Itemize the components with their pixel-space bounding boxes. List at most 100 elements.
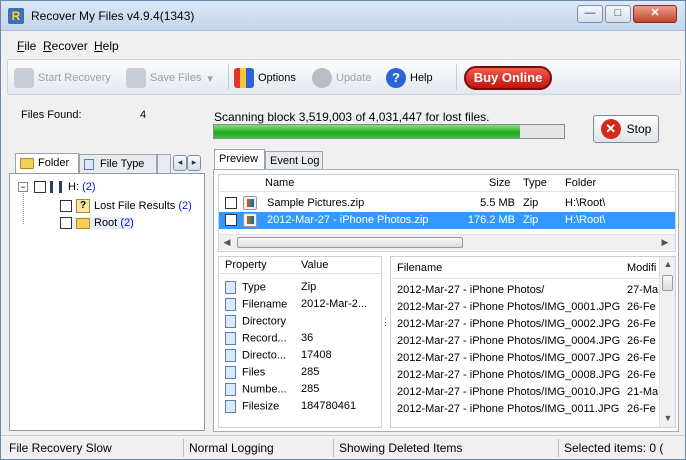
buy-online-button[interactable]: Buy Online	[464, 66, 552, 90]
column-type[interactable]: Type	[523, 177, 547, 189]
scroll-left-arrow[interactable]: ◀	[219, 237, 235, 248]
archive-modified: 27-Ma	[627, 284, 659, 296]
archive-modified: 26-Fe	[627, 369, 656, 381]
archive-vscrollbar[interactable]: ▲ ▼	[659, 257, 675, 427]
property-icon	[225, 366, 236, 379]
property-icon	[225, 281, 236, 294]
tab-event-log[interactable]: Event Log	[265, 151, 323, 171]
toolbar: Start Recovery Save Files ▾ Options Upda…	[7, 59, 681, 95]
save-dropdown-arrow[interactable]: ▾	[207, 72, 213, 85]
archive-row[interactable]: 2012-Mar-27 - iPhone Photos/IMG_0010.JPG…	[391, 384, 659, 401]
scroll-thumb[interactable]	[237, 237, 463, 248]
property-name: Type	[225, 281, 299, 294]
tree-item-root[interactable]: Root (2)	[60, 217, 134, 229]
lost-files-icon: ?	[76, 199, 90, 213]
zip-file-icon	[243, 213, 257, 227]
menu-help[interactable]: Help	[94, 39, 119, 53]
property-icon	[225, 332, 236, 345]
archive-row[interactable]: 2012-Mar-27 - iPhone Photos/IMG_0011.JPG…	[391, 401, 659, 418]
property-row[interactable]: Filesize 184780461	[219, 398, 381, 415]
title-bar[interactable]: R Recover My Files v4.9.4(1343) — □ ✕	[1, 1, 685, 31]
property-name: Files	[225, 366, 299, 379]
close-button[interactable]: ✕	[633, 5, 677, 23]
files-found-count: 4	[140, 109, 147, 121]
floppy-disk-icon	[126, 68, 146, 88]
tabs-scroll-right[interactable]: ▸	[187, 155, 201, 171]
archive-modified: 26-Fe	[627, 352, 656, 364]
archive-row[interactable]: 2012-Mar-27 - iPhone Photos/27-Ma	[391, 282, 659, 299]
file-type-icon	[84, 158, 94, 170]
menu-file[interactable]: File	[17, 39, 36, 53]
scan-status-message: Scanning block 3,519,003 of 4,031,447 fo…	[214, 110, 490, 124]
property-name: Filesize	[225, 400, 299, 413]
folder-tree: − H: (2) ? Lost File Results (2) Root (2…	[9, 173, 205, 431]
column-name[interactable]: Name	[265, 177, 294, 189]
column-property[interactable]: Property	[225, 259, 267, 271]
tree-item-lost-file-results[interactable]: ? Lost File Results (2)	[60, 199, 192, 213]
property-row[interactable]: Type Zip	[219, 279, 381, 296]
property-value: 285	[301, 366, 320, 378]
archive-row[interactable]: 2012-Mar-27 - iPhone Photos/IMG_0007.JPG…	[391, 350, 659, 367]
save-files-button[interactable]: Save Files ▾	[126, 66, 213, 90]
magnifier-icon	[14, 68, 34, 88]
row-checkbox[interactable]	[225, 214, 237, 226]
property-row[interactable]: Files 285	[219, 364, 381, 381]
scroll-right-arrow[interactable]: ▶	[657, 237, 673, 248]
maximize-button[interactable]: □	[605, 5, 631, 23]
tree-checkbox[interactable]	[60, 200, 72, 212]
column-modified[interactable]: Modifi	[627, 262, 656, 274]
window-title: Recover My Files v4.9.4(1343)	[31, 9, 195, 23]
property-row[interactable]: Record... 36	[219, 330, 381, 347]
scroll-down-arrow[interactable]: ▼	[660, 413, 675, 423]
properties-list: Property Value Type Zip Filename 2012-Mar-2…	[218, 256, 382, 428]
tree-line	[23, 193, 24, 224]
globe-icon	[312, 68, 332, 88]
property-row[interactable]: Directory	[219, 313, 381, 330]
scroll-thumb[interactable]	[662, 275, 673, 291]
archive-filename: 2012-Mar-27 - iPhone Photos/IMG_0001.JPG	[397, 301, 621, 313]
property-value: 17408	[301, 349, 332, 361]
column-filename[interactable]: Filename	[397, 262, 442, 274]
column-value[interactable]: Value	[301, 259, 328, 271]
property-row[interactable]: Directo... 17408	[219, 347, 381, 364]
archive-row[interactable]: 2012-Mar-27 - iPhone Photos/IMG_0008.JPG…	[391, 367, 659, 384]
file-list-hscrollbar[interactable]: ◀ ▶	[219, 234, 675, 250]
tab-folder[interactable]: Folder	[15, 153, 79, 174]
column-size[interactable]: Size	[489, 177, 510, 189]
archive-filename: 2012-Mar-27 - iPhone Photos/IMG_0002.JPG	[397, 318, 621, 330]
splitter-handle[interactable]: ⋮	[381, 318, 390, 327]
row-checkbox[interactable]	[225, 197, 237, 209]
menu-recover[interactable]: Recover	[43, 39, 88, 53]
property-row[interactable]: Filename 2012-Mar-2...	[219, 296, 381, 313]
column-folder[interactable]: Folder	[565, 177, 596, 189]
archive-row[interactable]: 2012-Mar-27 - iPhone Photos/IMG_0002.JPG…	[391, 316, 659, 333]
tabs-scroll-left[interactable]: ◂	[173, 155, 187, 171]
file-name: 2012-Mar-27 - iPhone Photos.zip	[267, 214, 429, 226]
tab-file-type[interactable]: File Type	[79, 154, 157, 174]
file-row[interactable]: Sample Pictures.zip 5.5 MB Zip H:\Root\	[219, 195, 675, 212]
tab-overflow[interactable]	[157, 154, 171, 174]
tree-expander[interactable]: −	[18, 182, 28, 192]
start-recovery-button[interactable]: Start Recovery	[14, 66, 111, 90]
archive-row[interactable]: 2012-Mar-27 - iPhone Photos/IMG_0004.JPG…	[391, 333, 659, 350]
property-value: Zip	[301, 281, 317, 293]
archive-modified: 26-Fe	[627, 301, 656, 313]
tree-item-drive[interactable]: − H: (2)	[18, 181, 96, 193]
file-type: Zip	[523, 197, 539, 209]
file-row-selected[interactable]: 2012-Mar-27 - iPhone Photos.zip 176.2 MB…	[219, 212, 675, 229]
help-button[interactable]: ? Help	[386, 66, 433, 90]
stop-button[interactable]: ✕ Stop	[593, 115, 659, 143]
toolbar-separator	[456, 64, 457, 90]
minimize-button[interactable]: —	[577, 5, 603, 23]
archive-row[interactable]: 2012-Mar-27 - iPhone Photos/IMG_0001.JPG…	[391, 299, 659, 316]
options-button[interactable]: Options	[234, 66, 296, 90]
scroll-up-arrow[interactable]: ▲	[660, 259, 675, 269]
update-button[interactable]: Update	[312, 66, 371, 90]
tree-checkbox[interactable]	[34, 181, 46, 193]
tab-preview[interactable]: Preview	[214, 149, 265, 170]
status-bar: File Recovery Slow Normal Logging Showin…	[1, 435, 685, 459]
property-row[interactable]: Numbe... 285	[219, 381, 381, 398]
app-window: R Recover My Files v4.9.4(1343) — □ ✕ Fi…	[0, 0, 686, 460]
tree-checkbox[interactable]	[60, 217, 72, 229]
app-logo-icon: R	[8, 8, 24, 24]
